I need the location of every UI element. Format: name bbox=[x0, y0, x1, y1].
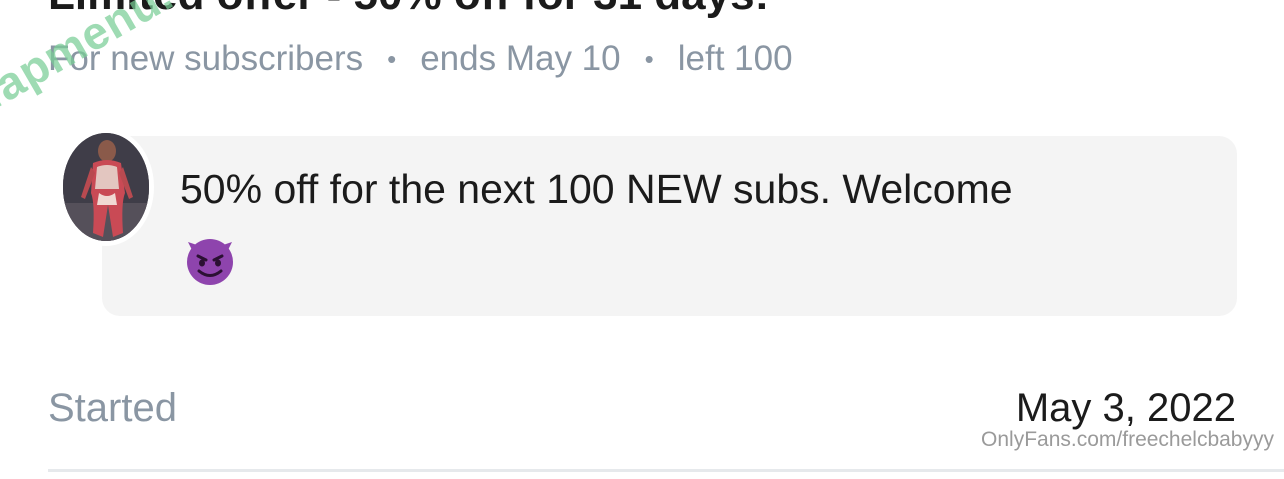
meta-separator: • bbox=[644, 43, 654, 74]
started-date: May 3, 2022 bbox=[1015, 386, 1236, 430]
offer-remaining: left 100 bbox=[677, 39, 793, 78]
meta-separator: • bbox=[387, 43, 397, 74]
avatar-image bbox=[63, 133, 149, 241]
started-label: Started bbox=[48, 386, 177, 430]
offer-meta: For new subscribers • ends May 10 • left… bbox=[48, 39, 793, 79]
devil-emoji-icon bbox=[180, 228, 240, 288]
offer-detail-page: Limited offer - 50% off for 31 days! For… bbox=[0, 0, 1284, 479]
profile-watermark: OnlyFans.com/freechelcbabyyy bbox=[981, 428, 1274, 451]
divider bbox=[48, 469, 1284, 472]
avatar[interactable] bbox=[58, 128, 154, 246]
message-text: 50% off for the next 100 NEW subs. Welco… bbox=[180, 166, 1013, 212]
offer-end-date: ends May 10 bbox=[420, 39, 621, 78]
